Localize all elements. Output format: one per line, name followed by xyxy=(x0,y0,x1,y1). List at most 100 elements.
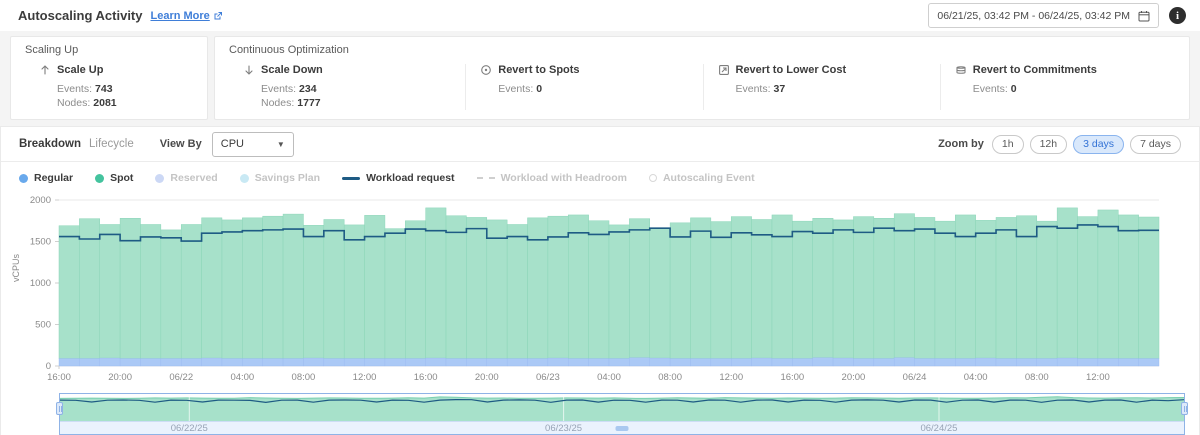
legend-dot-icon xyxy=(19,174,28,183)
legend-label: Workload request xyxy=(366,172,455,184)
svg-text:20:00: 20:00 xyxy=(842,372,866,383)
card-title: Continuous Optimization xyxy=(229,44,1177,56)
legend-label: Reserved xyxy=(170,172,217,184)
legend-line-icon xyxy=(342,177,360,180)
date-range-picker[interactable]: 06/21/25, 03:42 PM - 06/24/25, 03:42 PM xyxy=(928,3,1159,28)
minimap-date-label: 06/24/25 xyxy=(920,423,957,434)
svg-text:1500: 1500 xyxy=(30,237,51,248)
svg-text:06/22: 06/22 xyxy=(169,372,193,383)
svg-text:20:00: 20:00 xyxy=(108,372,132,383)
legend-item-workload-with-headroom[interactable]: Workload with Headroom xyxy=(477,172,627,184)
stat-group-scaling-up: Scaling Up Scale Up Events:743Nodes:2081 xyxy=(10,36,208,120)
zoom-by-label: Zoom by xyxy=(938,138,984,150)
svg-text:06/23: 06/23 xyxy=(536,372,560,383)
stat-label: Revert to Spots xyxy=(498,64,579,76)
svg-text:12:00: 12:00 xyxy=(353,372,377,383)
svg-text:04:00: 04:00 xyxy=(230,372,254,383)
commitments-icon xyxy=(955,64,967,76)
svg-text:04:00: 04:00 xyxy=(597,372,621,383)
stat-metrics: Events:0 xyxy=(973,82,1171,96)
stat-items: Scale Up Events:743Nodes:2081 xyxy=(25,64,195,110)
minimap-drag-thumb[interactable] xyxy=(616,426,629,431)
zoom-option-1h[interactable]: 1h xyxy=(992,135,1024,154)
tab-breakdown[interactable]: Breakdown xyxy=(19,138,81,150)
svg-text:16:00: 16:00 xyxy=(47,372,71,383)
stat-label: Scale Down xyxy=(261,64,323,76)
stat-group-continuous-optimization: Continuous Optimization Scale Down Event… xyxy=(214,36,1190,120)
stat-head: Revert to Lower Cost xyxy=(718,64,934,76)
svg-text:16:00: 16:00 xyxy=(414,372,438,383)
stat-metric: Nodes:1777 xyxy=(261,96,459,110)
legend-item-savings-plan[interactable]: Savings Plan xyxy=(240,172,320,184)
legend-dot-icon xyxy=(240,174,249,183)
page-header: Autoscaling Activity Learn More 06/21/25… xyxy=(0,0,1200,31)
svg-text:06/24: 06/24 xyxy=(903,372,927,383)
zoom-by-group: Zoom by 1h 12h 3 days 7 days xyxy=(938,135,1181,154)
chart-legend: Regular Spot Reserved Savings Plan Workload … xyxy=(1,162,1199,186)
stat-revert-to-lower-cost: Revert to Lower Cost Events:37 xyxy=(703,64,940,110)
minimap-date-label: 06/22/25 xyxy=(171,423,208,434)
card-title: Scaling Up xyxy=(25,44,195,56)
minimap-left-handle[interactable] xyxy=(56,402,63,415)
svg-text:04:00: 04:00 xyxy=(964,372,988,383)
stat-metrics: Events:0 xyxy=(498,82,696,96)
minimap-brush[interactable]: 06/22/25 06/23/25 06/24/25 xyxy=(59,393,1185,435)
legend-item-spot[interactable]: Spot xyxy=(95,172,133,184)
main-chart-svg[interactable]: 050010001500200016:0020:0006/2204:0008:0… xyxy=(9,188,1189,386)
zoom-option-7-days[interactable]: 7 days xyxy=(1130,135,1181,154)
chart-panel: Breakdown Lifecycle View By CPU ▼ Zoom b… xyxy=(0,126,1200,435)
legend-item-regular[interactable]: Regular xyxy=(19,172,73,184)
legend-item-autoscaling-event[interactable]: Autoscaling Event xyxy=(649,172,755,184)
zoom-option-3-days[interactable]: 3 days xyxy=(1073,135,1124,154)
stat-metrics: Events:743Nodes:2081 xyxy=(57,82,189,110)
view-by-label: View By xyxy=(160,138,202,150)
minimap-date-label: 06/23/25 xyxy=(545,423,582,434)
stats-row: Scaling Up Scale Up Events:743Nodes:2081… xyxy=(0,31,1200,126)
svg-text:1000: 1000 xyxy=(30,278,51,289)
zoom-option-12h[interactable]: 12h xyxy=(1030,135,1068,154)
minimap-chart xyxy=(60,394,1184,421)
stat-metric: Events:0 xyxy=(973,82,1171,96)
stat-scale-down: Scale Down Events:234Nodes:1777 xyxy=(229,64,465,110)
stat-items: Scale Down Events:234Nodes:1777 Revert t… xyxy=(229,64,1177,110)
svg-text:08:00: 08:00 xyxy=(292,372,316,383)
legend-dash-icon xyxy=(477,177,495,179)
stat-label: Revert to Lower Cost xyxy=(736,64,847,76)
legend-label: Savings Plan xyxy=(255,172,320,184)
stat-scale-up: Scale Up Events:743Nodes:2081 xyxy=(25,64,195,110)
y-axis-label: vCPUs xyxy=(11,254,21,282)
stat-revert-to-commitments: Revert to Commitments Events:0 xyxy=(940,64,1177,110)
main-chart: vCPUs 050010001500200016:0020:0006/2204:… xyxy=(1,186,1199,391)
svg-text:16:00: 16:00 xyxy=(780,372,804,383)
stat-metric: Events:37 xyxy=(736,82,934,96)
arrow-up-icon xyxy=(39,64,51,76)
external-link-icon xyxy=(213,11,223,21)
learn-more-label: Learn More xyxy=(150,10,209,22)
svg-text:0: 0 xyxy=(46,361,51,372)
calendar-icon xyxy=(1138,10,1150,22)
view-by-value: CPU xyxy=(221,138,244,150)
legend-label: Workload with Headroom xyxy=(501,172,627,184)
info-icon[interactable]: i xyxy=(1169,7,1186,24)
lower-cost-icon xyxy=(718,64,730,76)
learn-more-link[interactable]: Learn More xyxy=(150,10,222,22)
legend-item-workload-request[interactable]: Workload request xyxy=(342,172,455,184)
legend-label: Autoscaling Event xyxy=(663,172,755,184)
minimap-right-handle[interactable] xyxy=(1181,402,1188,415)
page-title: Autoscaling Activity xyxy=(18,8,142,23)
svg-text:12:00: 12:00 xyxy=(1086,372,1110,383)
legend-dot-icon xyxy=(155,174,164,183)
stat-metric: Events:234 xyxy=(261,82,459,96)
view-by-select[interactable]: CPU ▼ xyxy=(212,132,294,157)
stat-head: Revert to Spots xyxy=(480,64,696,76)
date-range-value: 06/21/25, 03:42 PM - 06/24/25, 03:42 PM xyxy=(937,10,1130,22)
legend-item-reserved[interactable]: Reserved xyxy=(155,172,217,184)
stat-head: Revert to Commitments xyxy=(955,64,1171,76)
stat-head: Scale Up xyxy=(39,64,189,76)
tab-lifecycle[interactable]: Lifecycle xyxy=(89,138,134,150)
stat-metric: Events:743 xyxy=(57,82,189,96)
chart-controls: Breakdown Lifecycle View By CPU ▼ Zoom b… xyxy=(1,127,1199,161)
chevron-down-icon: ▼ xyxy=(277,140,285,149)
stat-head: Scale Down xyxy=(243,64,459,76)
arrow-down-icon xyxy=(243,64,255,76)
